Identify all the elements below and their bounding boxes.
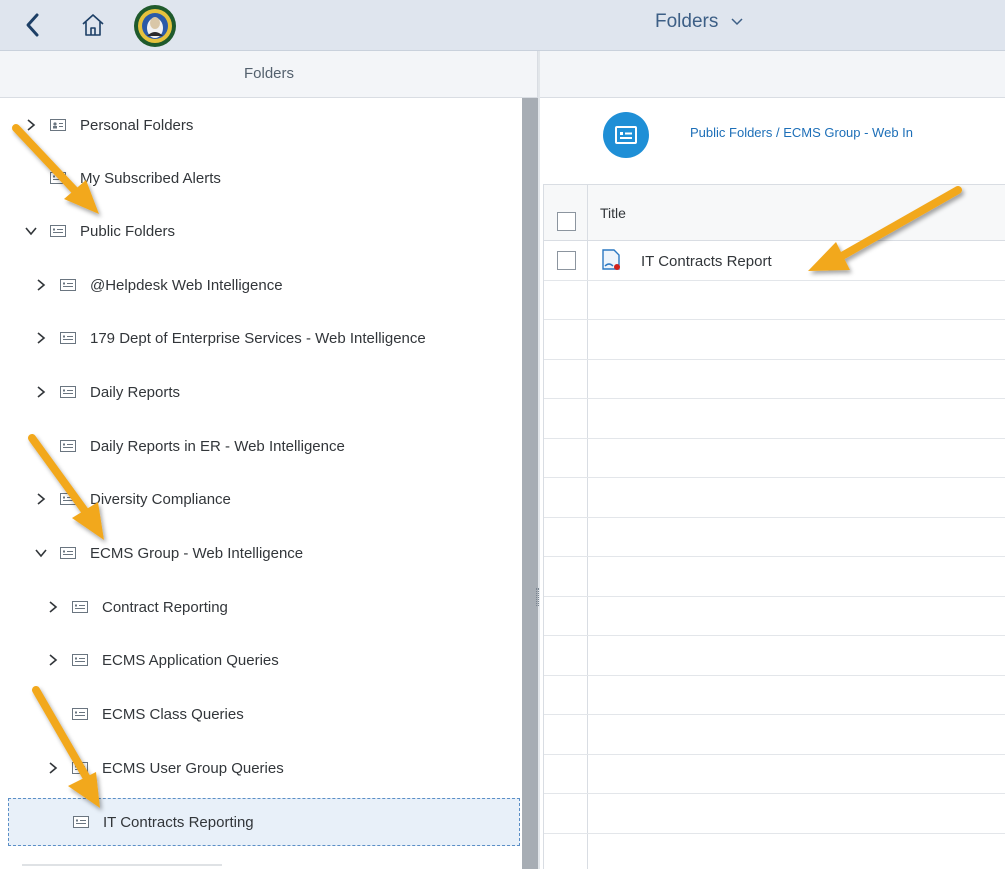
tree-item-label: ECMS User Group Queries xyxy=(102,759,284,777)
left-panel-title: Folders xyxy=(243,65,295,82)
folder-tree: Personal Folders My Subscribed Alerts Pu… xyxy=(0,98,522,869)
table-row-empty xyxy=(544,557,1005,597)
tree-item-ecms-user-group-queries[interactable]: ECMS User Group Queries xyxy=(44,748,284,788)
folder-icon xyxy=(60,440,76,452)
tree-item-label: Public Folders xyxy=(80,222,176,240)
table-row-empty xyxy=(544,478,1005,518)
tree-scrollbar[interactable] xyxy=(522,98,538,869)
table-row-empty xyxy=(544,715,1005,755)
folder-icon xyxy=(72,654,88,666)
table-row-empty xyxy=(544,676,1005,715)
tree-item-label: Personal Folders xyxy=(80,116,194,134)
tree-item-label: Daily Reports xyxy=(90,383,181,401)
back-arrow-icon[interactable] xyxy=(20,10,46,40)
table-row-empty xyxy=(544,636,1005,676)
table-row-empty xyxy=(544,794,1005,834)
folder-icon xyxy=(73,816,89,828)
tree-item-my-subscribed-alerts[interactable]: My Subscribed Alerts xyxy=(22,158,221,198)
folder-icon xyxy=(60,279,76,291)
table-row-empty xyxy=(544,755,1005,794)
right-panel-header xyxy=(539,51,1005,98)
table-row-empty xyxy=(544,518,1005,557)
chevron-right-icon[interactable] xyxy=(44,759,62,777)
table-row-empty xyxy=(544,597,1005,636)
table-row-empty xyxy=(544,360,1005,399)
tree-item-it-contracts-reporting[interactable]: IT Contracts Reporting xyxy=(8,798,520,846)
table-row-empty xyxy=(544,399,1005,439)
folder-icon xyxy=(72,762,88,774)
folder-icon xyxy=(60,493,76,505)
tree-item-diversity-compliance[interactable]: Diversity Compliance xyxy=(32,479,231,519)
chevron-right-icon[interactable] xyxy=(32,383,50,401)
tree-item-contract-reporting[interactable]: Contract Reporting xyxy=(44,587,228,627)
shell-title-menu[interactable]: Folders xyxy=(655,11,744,33)
left-panel-header: Folders xyxy=(0,51,538,98)
table-row-empty xyxy=(544,439,1005,478)
table-header: Title xyxy=(544,184,1005,241)
tree-item-label: Contract Reporting xyxy=(102,598,228,616)
row-checkbox[interactable] xyxy=(557,251,576,270)
tree-item-label: Diversity Compliance xyxy=(90,490,231,508)
tree-item-label: ECMS Class Queries xyxy=(102,705,244,723)
folder-icon xyxy=(60,332,76,344)
tree-item-label: ECMS Group - Web Intelligence xyxy=(90,544,304,562)
table-row-empty xyxy=(544,281,1005,320)
tree-item-label: My Subscribed Alerts xyxy=(80,169,221,187)
chevron-down-icon[interactable] xyxy=(22,222,40,240)
tree-item-ecms-group-web-intelligence[interactable]: ECMS Group - Web Intelligence xyxy=(32,533,303,573)
tree-item-label: Daily Reports in ER - Web Intelligence xyxy=(90,437,345,455)
folder-icon xyxy=(50,172,66,184)
select-all-checkbox[interactable] xyxy=(557,212,576,231)
breadcrumb[interactable]: Public Folders / ECMS Group - Web In xyxy=(690,125,913,140)
folder-icon xyxy=(50,225,66,237)
chevron-right-icon[interactable] xyxy=(32,276,50,294)
chevron-right-icon[interactable] xyxy=(44,598,62,616)
tree-item-179-dept-enterprise-services[interactable]: 179 Dept of Enterprise Services - Web In… xyxy=(32,318,426,358)
tree-item-personal-folders[interactable]: Personal Folders xyxy=(22,105,193,145)
tree-item-helpdesk-web-intelligence[interactable]: @Helpdesk Web Intelligence xyxy=(32,265,283,305)
tree-item-partial xyxy=(22,864,222,869)
chevron-right-icon[interactable] xyxy=(32,329,50,347)
tree-item-daily-reports[interactable]: Daily Reports xyxy=(32,372,180,412)
shell-title-text: Folders xyxy=(655,11,719,33)
table-row-empty xyxy=(544,320,1005,360)
panel-splitter[interactable] xyxy=(538,51,540,869)
folder-icon xyxy=(60,547,76,559)
documents-table: Title IT Contracts Report xyxy=(543,184,1005,869)
shell-bar: Folders xyxy=(0,0,1005,51)
chevron-right-icon[interactable] xyxy=(22,116,40,134)
tree-item-public-folders[interactable]: Public Folders xyxy=(22,211,175,251)
folder-icon xyxy=(72,708,88,720)
chevron-down-icon xyxy=(730,11,744,33)
document-title-link[interactable]: IT Contracts Report xyxy=(641,253,772,270)
folder-icon xyxy=(60,386,76,398)
tree-item-label: ECMS Application Queries xyxy=(102,651,279,669)
state-seal-logo xyxy=(133,4,177,48)
tree-item-ecms-class-queries[interactable]: ECMS Class Queries xyxy=(44,694,244,734)
tree-item-label: IT Contracts Reporting xyxy=(103,813,254,831)
tree-item-label: @Helpdesk Web Intelligence xyxy=(90,276,283,294)
column-header-title[interactable]: Title xyxy=(600,205,626,221)
table-row[interactable]: IT Contracts Report xyxy=(544,241,1005,281)
tree-item-label: 179 Dept of Enterprise Services - Web In… xyxy=(90,329,426,347)
splitter-grip-icon[interactable] xyxy=(536,588,539,606)
tree-item-ecms-application-queries[interactable]: ECMS Application Queries xyxy=(44,640,279,680)
chevron-right-icon[interactable] xyxy=(44,651,62,669)
folder-icon xyxy=(72,601,88,613)
personal-folder-icon xyxy=(50,119,66,131)
table-row-empty xyxy=(544,834,1005,869)
tree-item-daily-reports-in-er[interactable]: Daily Reports in ER - Web Intelligence xyxy=(32,426,345,466)
webi-document-icon xyxy=(602,249,620,270)
folder-breadcrumb-icon[interactable] xyxy=(603,112,649,158)
chevron-right-icon[interactable] xyxy=(32,490,50,508)
home-icon[interactable] xyxy=(78,11,108,39)
chevron-down-icon[interactable] xyxy=(32,544,50,562)
